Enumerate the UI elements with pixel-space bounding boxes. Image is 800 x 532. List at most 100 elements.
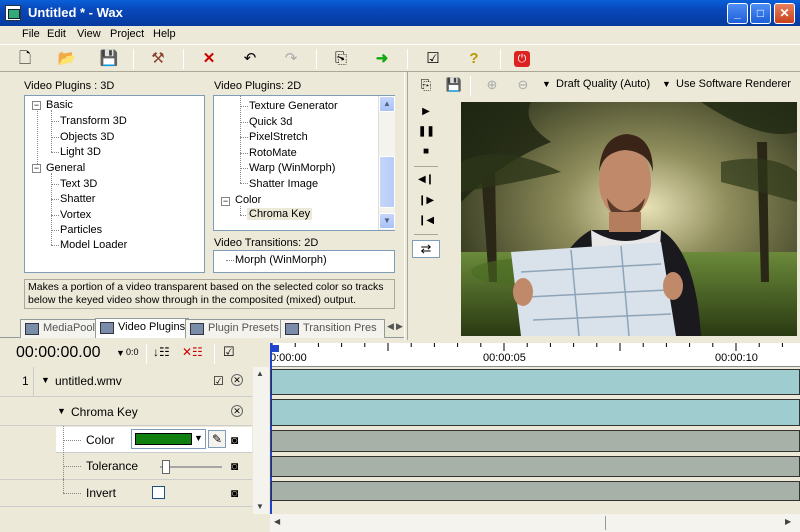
tree-item-model-loader[interactable]: Model Loader — [60, 239, 127, 251]
exit-icon[interactable]: ⏻ — [514, 51, 530, 67]
timeline-ruler[interactable]: 0:00:00 00:00:05 00:00:10 — [270, 343, 800, 367]
tree-item-transform-3d[interactable]: Transform 3D — [60, 115, 127, 127]
scroll-thumb[interactable] — [379, 156, 395, 208]
quality-dropdown-icon[interactable]: ▼ — [542, 79, 551, 89]
zoom-out-icon[interactable]: ⊖ — [513, 75, 533, 95]
scroll-down-icon[interactable]: ▼ — [379, 213, 395, 229]
tracks-scroll-down-icon[interactable]: ▼ — [256, 502, 264, 511]
track-enable-icon[interactable]: ☑ — [213, 374, 224, 388]
invert-keyframe-icon[interactable]: ◙ — [231, 486, 238, 500]
tab-scroll-left-icon[interactable]: ◀ — [387, 321, 394, 332]
effect-remove-icon[interactable]: ✕ — [231, 405, 243, 417]
scroll-up-icon[interactable]: ▲ — [379, 96, 395, 112]
track-expand-icon[interactable]: ▼ — [41, 375, 50, 385]
timeline-horizontal-scrollbar[interactable]: ◀ ▶ — [270, 514, 800, 532]
renderer-dropdown[interactable]: Use Software Renderer — [676, 78, 791, 90]
undo-icon[interactable]: ↶ — [240, 49, 260, 69]
vertical-splitter[interactable] — [404, 72, 408, 340]
tree-item-texture-generator[interactable]: Texture Generator — [249, 100, 338, 112]
mediapool-icon — [25, 323, 39, 335]
properties-icon[interactable]: ☑ — [423, 49, 443, 69]
redo-icon[interactable]: ↷ — [281, 49, 301, 69]
tree-item-shatter-image[interactable]: Shatter Image — [249, 178, 318, 190]
tree-item-chroma-key[interactable]: Chroma Key — [247, 208, 313, 220]
export-icon[interactable]: ⎘ — [331, 49, 351, 69]
tab-scroll-right-icon[interactable]: ▶ — [396, 321, 403, 332]
tab-mediapool[interactable]: MediaPool — [20, 319, 99, 338]
tree-group-color[interactable]: Color — [235, 194, 261, 206]
close-button[interactable]: ✕ — [774, 3, 795, 24]
tab-transition-presets[interactable]: Transition Pres — [280, 319, 385, 338]
tree-item-quick-3d[interactable]: Quick 3d — [249, 116, 292, 128]
menu-file[interactable]: File — [22, 28, 40, 40]
new-file-icon[interactable]: 🗋 — [15, 49, 35, 69]
menu-edit[interactable]: Edit — [47, 28, 66, 40]
tab-plugin-presets[interactable]: Plugin Presets — [185, 319, 283, 338]
play-icon[interactable]: ▶ — [418, 104, 434, 120]
save-icon[interactable]: 💾 — [99, 49, 119, 69]
renderer-dropdown-icon[interactable]: ▼ — [662, 79, 671, 89]
open-folder-icon[interactable]: 📂 — [57, 49, 77, 69]
maximize-button[interactable]: □ — [750, 3, 771, 24]
eyedropper-icon[interactable]: ✎ — [208, 430, 226, 448]
clip-untitled-wmv[interactable] — [271, 369, 800, 395]
tab-video-plugins[interactable]: Video Plugins — [95, 318, 190, 338]
effect-row[interactable]: ▼ Chroma Key ✕ — [0, 398, 252, 426]
preview-save-icon[interactable]: 💾 — [444, 75, 464, 95]
tree-item-vortex[interactable]: Vortex — [60, 209, 91, 221]
color-dropdown-icon[interactable]: ▼ — [194, 433, 203, 443]
track-remove-icon[interactable]: ✕ — [231, 374, 243, 386]
pause-icon[interactable]: ❚❚ — [418, 124, 435, 140]
collapse-color-icon[interactable]: − — [221, 197, 230, 206]
tree-item-light-3d[interactable]: Light 3D — [60, 146, 101, 158]
timeline-scroll-right-icon[interactable]: ▶ — [785, 517, 791, 526]
go-arrow-icon[interactable]: ➜ — [372, 49, 392, 69]
minimize-button[interactable]: _ — [727, 3, 748, 24]
plugins-2d-scrollbar[interactable]: ▲ ▼ — [378, 96, 395, 230]
remove-track-icon[interactable]: ✕☷ — [182, 345, 203, 359]
effect-expand-icon[interactable]: ▼ — [57, 406, 66, 416]
step-forward-icon[interactable]: ❙▶ — [418, 193, 434, 209]
envelope-icon[interactable]: ☑ — [223, 344, 235, 360]
quality-dropdown[interactable]: Draft Quality (Auto) — [556, 78, 650, 90]
help-icon[interactable]: ? — [464, 49, 484, 69]
tolerance-slider-thumb[interactable] — [162, 460, 170, 474]
tracks-scroll-up-icon[interactable]: ▲ — [256, 369, 264, 378]
tracks-vertical-scrollbar[interactable]: ▲ ▼ — [253, 367, 269, 514]
loop-icon[interactable]: ⇄ — [412, 240, 440, 258]
effect-bar-chroma-key[interactable] — [271, 399, 800, 426]
build-icon[interactable]: ⚒ — [148, 49, 168, 69]
param-keyframe-icon[interactable]: ◙ — [231, 433, 238, 447]
tree-item-rotomate[interactable]: RotoMate — [249, 147, 297, 159]
tree-item-warp-winmorph[interactable]: Warp (WinMorph) — [249, 162, 335, 174]
add-track-icon[interactable]: ↓☷ — [153, 345, 170, 359]
tree-item-text-3d[interactable]: Text 3D — [60, 178, 97, 190]
collapse-basic-icon[interactable]: − — [32, 101, 41, 110]
transitions-tree: Morph (WinMorph) — [213, 250, 395, 273]
copy-icon[interactable]: ⎘ — [416, 75, 436, 95]
collapse-general-icon[interactable]: − — [32, 164, 41, 173]
param-bar-color[interactable] — [271, 430, 800, 452]
menu-help[interactable]: Help — [153, 28, 176, 40]
timecode-dropdown-icon[interactable]: ▼ — [116, 348, 125, 358]
track-row-1[interactable]: 1 ▼ untitled.wmv ☑ ✕ — [0, 367, 252, 397]
tree-item-morph-winmorph[interactable]: Morph (WinMorph) — [235, 254, 327, 266]
param-bar-invert[interactable] — [271, 481, 800, 501]
invert-checkbox[interactable] — [152, 486, 165, 499]
param-bar-tolerance[interactable] — [271, 456, 800, 477]
tree-item-particles[interactable]: Particles — [60, 224, 102, 236]
tolerance-keyframe-icon[interactable]: ◙ — [231, 459, 238, 473]
color-picker-dropdown[interactable]: ▼ — [131, 429, 206, 449]
delete-icon[interactable]: ✕ — [199, 49, 219, 69]
tree-item-shatter[interactable]: Shatter — [60, 193, 95, 205]
tree-item-objects-3d[interactable]: Objects 3D — [60, 131, 114, 143]
menu-view[interactable]: View — [77, 28, 101, 40]
zoom-in-icon[interactable]: ⊕ — [482, 75, 502, 95]
plugin-description: Makes a portion of a video transparent b… — [24, 279, 395, 309]
step-back-icon[interactable]: ◀❙ — [418, 172, 434, 188]
timeline-scroll-left-icon[interactable]: ◀ — [274, 517, 280, 526]
stop-icon[interactable]: ■ — [418, 144, 434, 160]
tree-item-pixelstretch[interactable]: PixelStretch — [249, 131, 308, 143]
menu-project[interactable]: Project — [110, 28, 144, 40]
go-start-icon[interactable]: ❙◀ — [418, 213, 434, 229]
